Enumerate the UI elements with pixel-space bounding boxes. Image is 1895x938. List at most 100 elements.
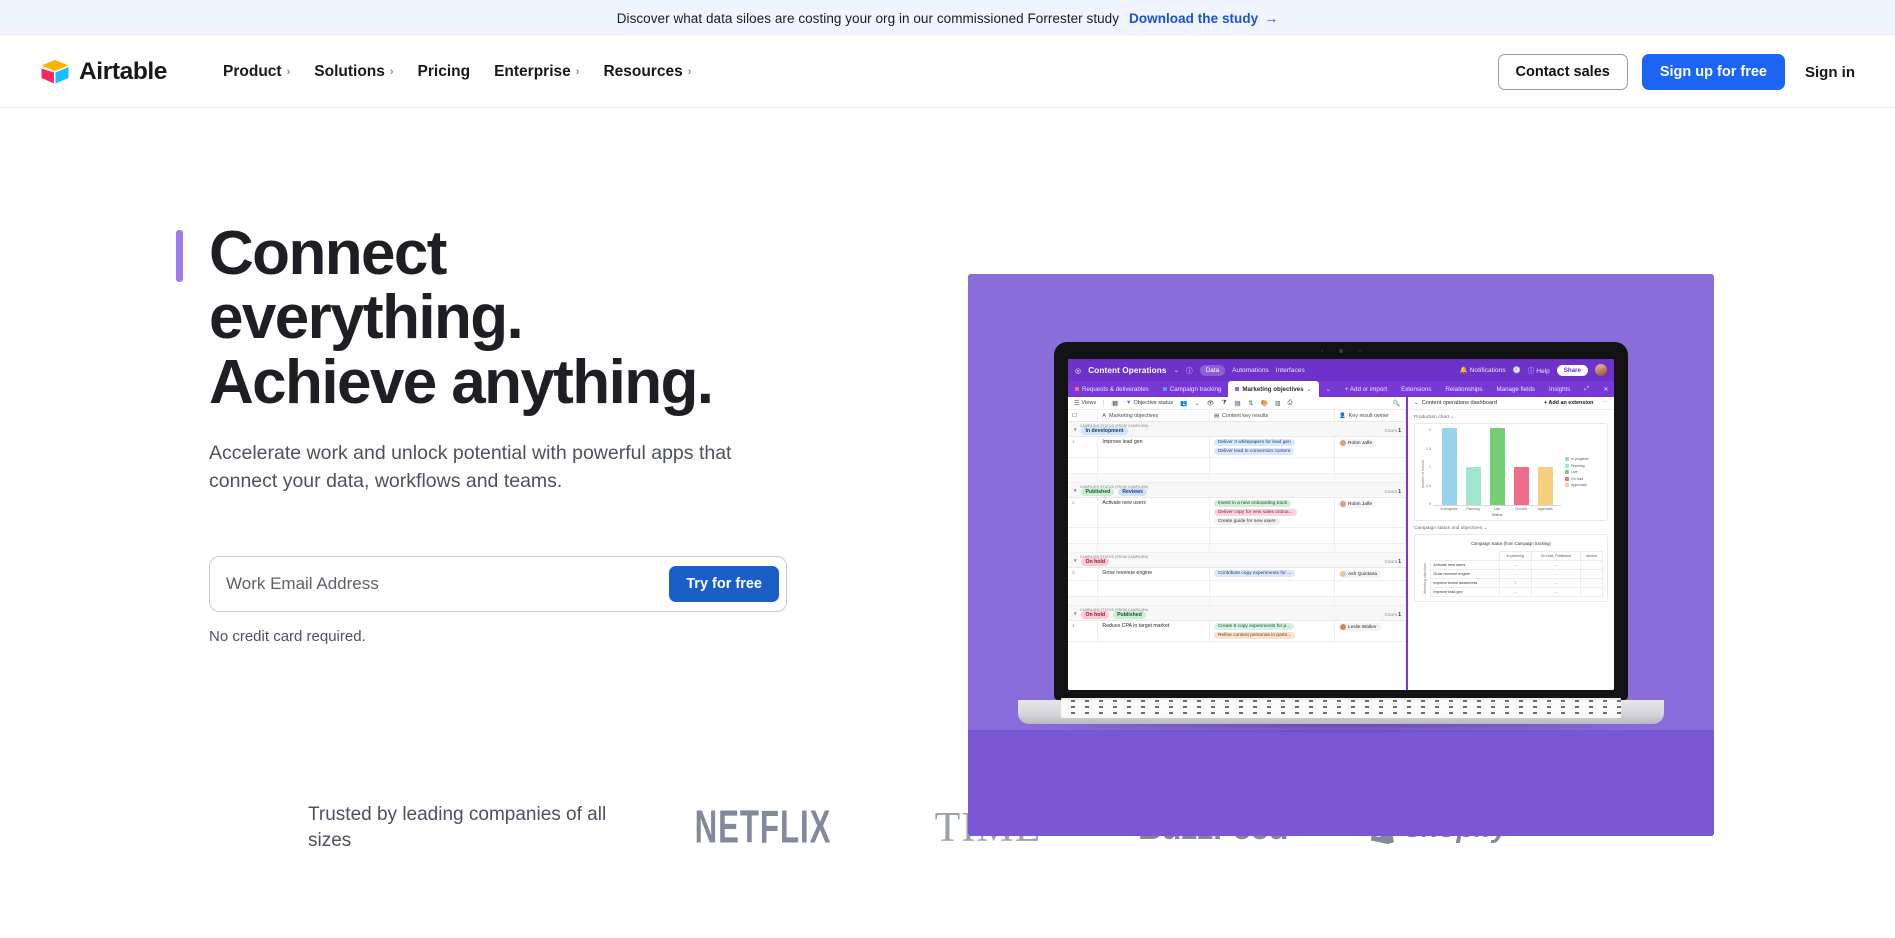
- app-tab-data[interactable]: Data: [1199, 364, 1226, 376]
- group-field-label: CAMPAIGN STATUS (FROM CAMPAIGN): [1080, 485, 1149, 489]
- filter-icon[interactable]: ⧩: [1221, 400, 1226, 407]
- nav-item-product[interactable]: Product ›: [211, 55, 302, 89]
- hide-fields-icon[interactable]: 👁: [1207, 400, 1215, 407]
- list-icon: ☰: [1074, 400, 1080, 407]
- table-tab-marketing-objectives[interactable]: Marketing objectives ⌄: [1228, 381, 1319, 397]
- app-workspace-icon: ◎: [1075, 365, 1082, 375]
- table-tab-campaign[interactable]: Campaign tracking: [1156, 381, 1229, 397]
- share-button[interactable]: Share: [1556, 364, 1588, 376]
- production-chart-label[interactable]: Production chart ⌄: [1414, 415, 1608, 420]
- app-tab-automations[interactable]: Automations: [1232, 367, 1269, 374]
- row-height-icon[interactable]: ▥: [1275, 400, 1281, 407]
- nav-label: Pricing: [417, 63, 471, 80]
- close-icon[interactable]: ✕: [1596, 381, 1614, 397]
- color-icon[interactable]: 🎨: [1260, 400, 1267, 407]
- add-or-import-button[interactable]: + Add or import: [1338, 381, 1394, 397]
- airtable-logo-link[interactable]: Airtable: [40, 58, 167, 86]
- table-row[interactable]: 2 Activate new users Invest in a new onb…: [1068, 498, 1406, 528]
- table-row-spacer: [1068, 544, 1406, 553]
- view-name-objective-status[interactable]: ▼ Objective status: [1126, 400, 1173, 406]
- pane-tab-relationships[interactable]: Relationships: [1438, 381, 1489, 397]
- y-tick: 1: [1429, 465, 1431, 469]
- sort-icon[interactable]: ⇅: [1248, 400, 1253, 407]
- table-row[interactable]: 1 Improve lead gen Deliver 3 whitepapers…: [1068, 437, 1406, 458]
- bar-planning[interactable]: [1465, 466, 1481, 505]
- contact-sales-button[interactable]: Contact sales: [1497, 54, 1628, 90]
- group-icon[interactable]: ▤: [1233, 399, 1242, 407]
- col-develo: develo: [1580, 551, 1603, 561]
- email-field[interactable]: [210, 573, 670, 594]
- group-chip: On hold: [1081, 558, 1110, 566]
- owner-chip: Robin Jaffe: [1338, 439, 1377, 447]
- bar-on-hold[interactable]: [1513, 466, 1529, 505]
- view-color-icon: ▼: [1125, 400, 1132, 406]
- pane-tab-extensions[interactable]: Extensions: [1394, 381, 1438, 397]
- nav-item-resources[interactable]: Resources ›: [591, 55, 703, 89]
- notifications-label[interactable]: 🔔 Notifications: [1460, 366, 1506, 374]
- views-button[interactable]: ☰ Views: [1074, 400, 1096, 407]
- column-header-checkbox[interactable]: ☐: [1068, 410, 1099, 421]
- group-header[interactable]: ▼ CAMPAIGN STATUS (FROM CAMPAIGN) Publis…: [1068, 483, 1406, 498]
- tab-overflow-button[interactable]: ⌄: [1319, 381, 1338, 397]
- group-header[interactable]: ▼ CAMPAIGN STATUS (FROM CAMPAIGN) On hol…: [1068, 553, 1406, 568]
- add-extension-button[interactable]: + Add an extension: [1544, 400, 1593, 406]
- bar-approvals[interactable]: [1537, 466, 1553, 505]
- column-header-key-result-owner[interactable]: 👤 Key result owner: [1335, 410, 1406, 421]
- tab-label: Requests & deliverables: [1082, 385, 1149, 393]
- collaborators-icon[interactable]: 👥: [1180, 400, 1187, 407]
- try-for-free-button[interactable]: Try for free: [669, 565, 779, 602]
- banner-download-link[interactable]: Download the study →: [1129, 11, 1278, 26]
- row-owner: Leslie Walker: [1335, 621, 1406, 641]
- collapse-icon[interactable]: ▼: [1073, 488, 1077, 493]
- share-view-icon[interactable]: ⎙: [1288, 400, 1293, 407]
- table-row[interactable]: 3 Grow revenue engine Contribute copy ex…: [1068, 568, 1406, 581]
- pane-tab-manage-fields[interactable]: Manage fields: [1490, 381, 1543, 397]
- bar-in-progress[interactable]: [1441, 428, 1457, 505]
- table-tab-requests[interactable]: Requests & deliverables: [1068, 381, 1156, 397]
- expand-icon[interactable]: ⤢: [1577, 381, 1596, 397]
- more-options-icon[interactable]: ⋯: [1602, 400, 1608, 406]
- key-result-tag: Deliver copy for new sales onboa...: [1213, 509, 1297, 516]
- group-header[interactable]: ▼ CAMPAIGN STATUS (FROM CAMPAIGN) On hol…: [1068, 606, 1406, 621]
- bar-live[interactable]: [1489, 428, 1505, 505]
- row-label: Improve lead gen: [1430, 587, 1500, 597]
- search-icon[interactable]: 🔍: [1393, 400, 1400, 407]
- collapse-icon[interactable]: ▼: [1073, 558, 1077, 563]
- laptop-screen: ◎ Content Operations ⌄ ⓘ Data Automation…: [1068, 359, 1614, 690]
- help-label[interactable]: ⓘ Help: [1528, 365, 1550, 375]
- column-header-marketing-objectives[interactable]: A Marketing objectives: [1098, 410, 1210, 421]
- nav-item-enterprise[interactable]: Enterprise ›: [482, 55, 591, 89]
- nav-item-pricing[interactable]: Pricing: [406, 55, 483, 89]
- legend-swatch: [1565, 483, 1569, 487]
- chevron-down-icon[interactable]: ⌄: [1195, 400, 1200, 407]
- row-owner: Robin Jaffe: [1335, 498, 1406, 527]
- grid-view-icon[interactable]: ▦: [1111, 399, 1119, 407]
- table-row-empty[interactable]: [1068, 528, 1406, 544]
- table-row-empty[interactable]: [1068, 581, 1406, 597]
- legend-swatch: [1565, 476, 1569, 481]
- announcement-banner: Discover what data siloes are costing yo…: [0, 0, 1895, 36]
- key-result-tag: Deliver 3 whitepapers for lead gen: [1213, 439, 1295, 446]
- grid-rows[interactable]: ▼ CAMPAIGN STATUS (FROM CAMPAIGN) In dev…: [1068, 422, 1406, 690]
- chevron-down-icon[interactable]: ⌄: [1414, 400, 1419, 406]
- avatar[interactable]: [1595, 364, 1607, 376]
- column-header-content-key-results[interactable]: ▤ Content key results: [1210, 410, 1335, 421]
- collapse-icon[interactable]: ▼: [1073, 427, 1077, 432]
- key-result-tag: Create 5 copy experiments for p...: [1213, 623, 1295, 630]
- col-in-planning: In planning: [1498, 551, 1532, 561]
- table-row-empty[interactable]: [1068, 458, 1406, 474]
- cell: [1580, 587, 1603, 597]
- x-tick: On hold: [1515, 507, 1527, 511]
- group-header[interactable]: ▼ CAMPAIGN STATUS (FROM CAMPAIGN) In dev…: [1068, 422, 1406, 437]
- app-tab-interfaces[interactable]: Interfaces: [1276, 367, 1305, 374]
- campaign-status-label[interactable]: Campaign status and objectives ⌄: [1414, 526, 1608, 531]
- history-icon[interactable]: 🕘: [1513, 366, 1521, 374]
- table-row[interactable]: 4 Reduce CPA in target market Create 5 c…: [1068, 621, 1406, 642]
- pane-tab-insights[interactable]: Insights: [1542, 381, 1577, 397]
- nav-item-solutions[interactable]: Solutions ›: [302, 55, 405, 89]
- collapse-icon[interactable]: ▼: [1073, 611, 1077, 616]
- sign-up-button[interactable]: Sign up for free: [1641, 54, 1785, 90]
- chevron-down-icon[interactable]: ⌄: [1307, 386, 1312, 393]
- sign-in-link[interactable]: Sign in: [1799, 64, 1861, 81]
- camera-icon: [1339, 349, 1343, 353]
